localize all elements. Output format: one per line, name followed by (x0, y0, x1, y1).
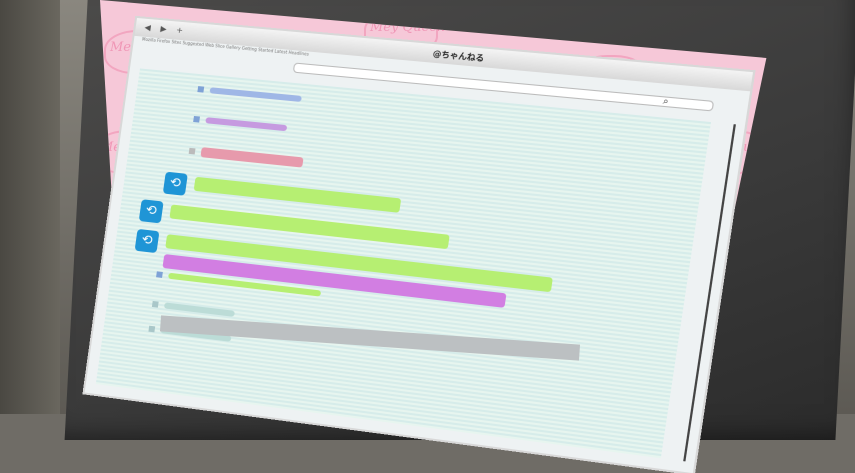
back-button[interactable]: ◀ (141, 22, 154, 33)
post-bubble (193, 176, 402, 213)
thread-bullet (193, 115, 201, 123)
forward-button[interactable]: ▶ (157, 24, 170, 35)
thread-bullet (148, 325, 156, 333)
thread-view: ⟲ ⟲ ⟲ (95, 68, 712, 459)
thread-title-blur (209, 87, 302, 103)
room-wall (0, 0, 60, 414)
thread-bullet (197, 86, 205, 93)
thread-link[interactable] (188, 146, 304, 168)
thread-link[interactable] (197, 86, 302, 103)
thread-bullet (156, 271, 163, 278)
thread-title-blur (163, 302, 236, 317)
thread-title-blur (205, 117, 288, 132)
browser-window: ◀ ▶ + @ちゃんねる Mozilla Firefox Sites Sugge… (84, 18, 753, 473)
thread-bullet (151, 300, 159, 308)
thread-bullet (188, 147, 196, 155)
reply-icon[interactable]: ⟲ (162, 171, 188, 196)
reply-icon[interactable]: ⟲ (138, 199, 164, 224)
thread-link[interactable] (193, 115, 288, 132)
new-tab-button[interactable]: + (173, 25, 186, 36)
thread-link[interactable] (151, 300, 236, 317)
reply-icon[interactable]: ⟲ (134, 228, 160, 254)
thread-title-blur (200, 147, 304, 168)
